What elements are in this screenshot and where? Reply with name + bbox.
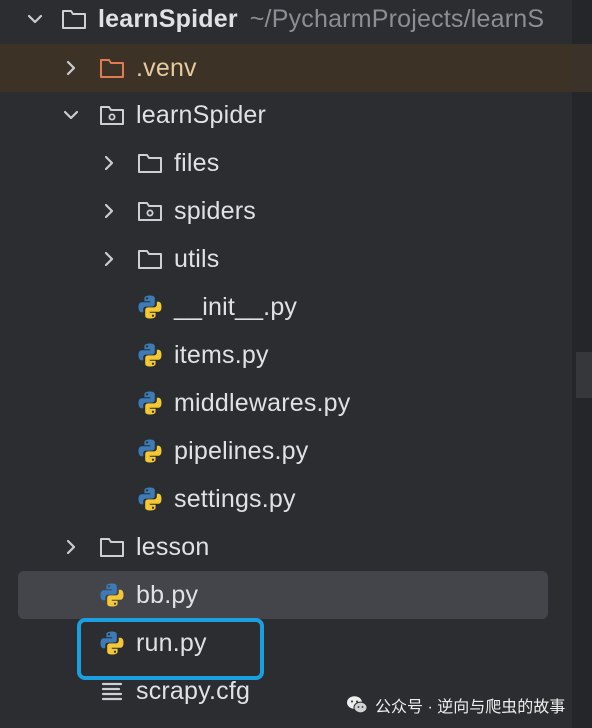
chevron-right-icon[interactable] xyxy=(99,201,119,221)
tree-item-lesson[interactable]: lesson xyxy=(0,523,572,571)
tree-item-label: items.py xyxy=(174,340,269,369)
root-path: ~/PycharmProjects/learnS xyxy=(249,4,545,33)
tree-item-label: .venv xyxy=(136,53,197,82)
folder-icon xyxy=(61,6,87,32)
tree-root-label: learnSpider ~/PycharmProjects/learnS xyxy=(98,5,544,34)
python-file-icon xyxy=(137,486,163,512)
python-file-icon xyxy=(137,342,163,368)
tree-item-utils[interactable]: utils xyxy=(0,235,572,283)
chevron-right-icon[interactable] xyxy=(99,249,119,269)
watermark: 公众号 · 逆向与爬虫的故事 xyxy=(345,690,565,720)
package-folder-icon xyxy=(99,102,125,128)
folder-icon xyxy=(99,534,125,560)
tree-item-label: files xyxy=(174,148,220,177)
python-file-icon xyxy=(137,390,163,416)
tree-root-row[interactable]: learnSpider ~/PycharmProjects/learnS xyxy=(0,0,572,43)
tree-item-label: scrapy.cfg xyxy=(136,676,251,705)
tree-item-items-py[interactable]: items.py xyxy=(0,331,572,379)
python-file-icon xyxy=(99,582,125,608)
chevron-right-icon[interactable] xyxy=(99,153,119,173)
package-folder-icon xyxy=(137,198,163,224)
tree-item-middlewares-py[interactable]: middlewares.py xyxy=(0,379,572,427)
text-file-icon xyxy=(99,678,125,704)
tree-item-label: middlewares.py xyxy=(174,388,351,417)
tree-item-settings-py[interactable]: settings.py xyxy=(0,475,572,523)
watermark-text: 公众号 · 逆向与爬虫的故事 xyxy=(375,699,566,716)
folder-icon xyxy=(99,55,125,81)
tree-item-init-py[interactable]: __init__.py xyxy=(0,283,572,331)
tree-item-files[interactable]: files xyxy=(0,139,572,187)
tree-item-label: spiders xyxy=(174,196,256,225)
chevron-down-icon[interactable] xyxy=(61,105,81,125)
tree-item-label: bb.py xyxy=(136,580,199,609)
chevron-right-icon[interactable] xyxy=(61,58,81,78)
tree-item-spiders[interactable]: spiders xyxy=(0,187,572,235)
python-file-icon xyxy=(137,294,163,320)
wechat-icon xyxy=(347,696,368,714)
chevron-right-icon[interactable] xyxy=(61,537,81,557)
highlight-annotation xyxy=(77,618,264,680)
tree-item-learnspider[interactable]: learnSpider xyxy=(0,91,572,139)
tree-item-label: utils xyxy=(174,244,220,273)
folder-icon xyxy=(137,150,163,176)
tree-item-venv[interactable]: .venv xyxy=(0,44,572,92)
tree-item-label: learnSpider xyxy=(136,100,267,129)
tree-item-label: __init__.py xyxy=(174,292,298,321)
vertical-scrollbar[interactable] xyxy=(572,0,592,728)
chevron-down-icon[interactable] xyxy=(25,9,45,29)
folder-icon xyxy=(137,246,163,272)
tree-item-label: pipelines.py xyxy=(174,436,309,465)
tree-item-pipelines-py[interactable]: pipelines.py xyxy=(0,427,572,475)
tree-item-bb-py[interactable]: bb.py xyxy=(18,571,548,619)
scrollbar-thumb[interactable] xyxy=(576,352,592,398)
root-name: learnSpider xyxy=(98,4,238,33)
python-file-icon xyxy=(137,438,163,464)
scrollbar-excluded-marker xyxy=(572,44,592,92)
tree-item-label: settings.py xyxy=(174,484,296,513)
project-tree: learnSpider ~/PycharmProjects/learnS .ven… xyxy=(0,0,572,728)
tree-item-label: lesson xyxy=(136,532,210,561)
